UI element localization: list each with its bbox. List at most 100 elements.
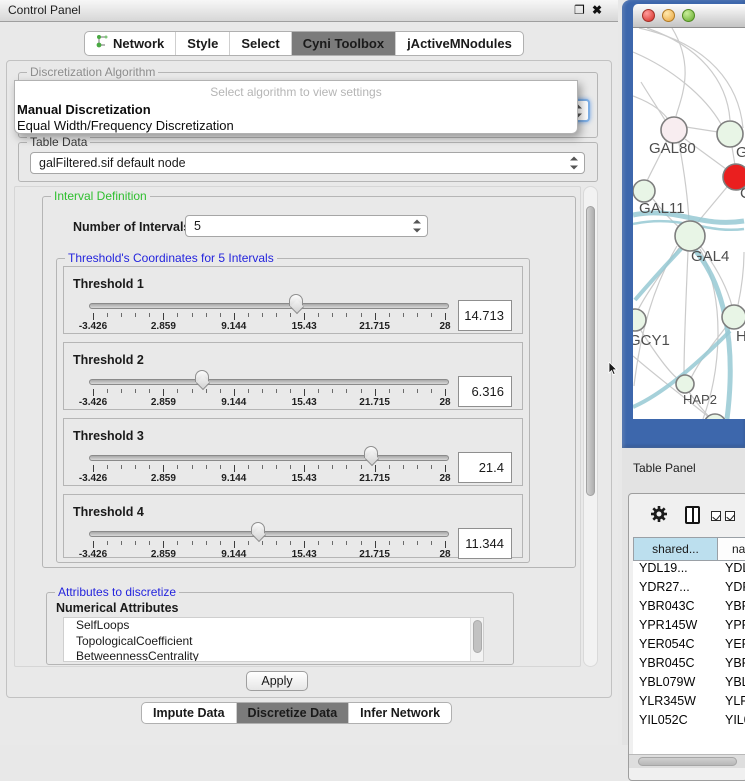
node-label: H	[736, 328, 745, 345]
table-row[interactable]: YDR27...YDR2	[633, 580, 745, 599]
slider-tick-labels: -3.4262.8599.14415.4321.71528	[93, 473, 445, 484]
threshold-label: Threshold 3	[73, 429, 144, 443]
spinner-icon	[570, 157, 578, 170]
slider-tick	[290, 465, 291, 469]
table-cell: YDR27...	[633, 580, 718, 599]
zoom-traffic-light-icon[interactable]	[682, 9, 695, 22]
network-node[interactable]	[676, 375, 694, 393]
table-cell: YER054C	[633, 637, 718, 656]
network-canvas[interactable]: GAL80 G C GAL11 GAL4 GCY1 H HAP2	[633, 28, 745, 419]
tab-style[interactable]: Style	[175, 32, 229, 55]
table-row[interactable]: YIL052CYIL0	[633, 713, 745, 732]
slider-track[interactable]	[89, 531, 449, 537]
tab-infer-network[interactable]: Infer Network	[348, 703, 451, 723]
tab-network[interactable]: Network	[85, 32, 175, 55]
close-icon[interactable]: ✖	[592, 3, 602, 17]
slider-tick-label: 21.715	[359, 549, 390, 560]
slider-tick	[206, 389, 207, 393]
close-traffic-light-icon[interactable]	[642, 9, 655, 22]
slider-tick	[276, 541, 277, 545]
slider-tick	[107, 465, 108, 469]
list-item[interactable]: TopologicalCoefficient	[64, 634, 483, 650]
slider-tick	[304, 541, 305, 548]
list-scrollbar[interactable]	[470, 618, 483, 661]
slider-tick-label: 15.43	[292, 473, 317, 484]
slider-tick	[431, 465, 432, 469]
slider-tick	[107, 313, 108, 317]
minimize-traffic-light-icon[interactable]	[662, 9, 675, 22]
network-node[interactable]	[675, 221, 705, 251]
tab-discretize-data[interactable]: Discretize Data	[236, 703, 349, 723]
table-row[interactable]: YBL079WYBL0	[633, 675, 745, 694]
columns-icon[interactable]	[685, 506, 700, 524]
column-header-name[interactable]: na	[718, 537, 745, 561]
popup-option-manual-discretization[interactable]: Manual Discretization	[15, 101, 577, 118]
checkbox-icon[interactable]	[725, 511, 735, 521]
table-row[interactable]: YDL19...YDL1	[633, 561, 745, 580]
slider-tick-label: 28	[439, 473, 450, 484]
slider-tick	[417, 313, 418, 317]
gear-icon[interactable]	[649, 504, 669, 529]
node-label: G	[736, 144, 745, 161]
threshold-row-1: Threshold 1 -3.4262.8599.14415.4321.7152…	[63, 266, 523, 334]
slider-tick-label: -3.426	[79, 549, 107, 560]
threshold-value-field[interactable]: 21.4	[458, 452, 512, 483]
tab-impute-data[interactable]: Impute Data	[142, 703, 236, 723]
slider-tick	[431, 313, 432, 317]
slider-tick-label: -3.426	[79, 321, 107, 332]
slider-track[interactable]	[89, 379, 449, 385]
scrollbar-thumb[interactable]	[586, 206, 595, 496]
slider-tick	[248, 389, 249, 393]
apply-button[interactable]: Apply	[246, 671, 308, 691]
tab-jactivemnodules[interactable]: jActiveMNodules	[395, 32, 523, 55]
slider-tick-label: 15.43	[292, 321, 317, 332]
threshold-value-field[interactable]: 14.713	[458, 300, 512, 331]
tab-select[interactable]: Select	[229, 32, 290, 55]
slider-handle[interactable]	[364, 446, 378, 458]
table-row[interactable]: YER054CYER0	[633, 637, 745, 656]
numerical-attributes-list[interactable]: SelfLoops TopologicalCoefficient Between…	[63, 617, 484, 662]
node-table[interactable]: shared... na YDL19...YDL1 YDR27...YDR2 Y…	[633, 537, 745, 763]
spinner-icon	[413, 220, 421, 233]
slider-tick	[262, 313, 263, 317]
slider-tick	[220, 465, 221, 469]
tab-cyni-toolbox[interactable]: Cyni Toolbox	[291, 32, 395, 55]
group-title: Attributes to discretize	[55, 586, 179, 599]
scrollbar-thumb[interactable]	[473, 620, 482, 653]
table-cell: YDR2	[718, 580, 745, 599]
table-row[interactable]: YLR345WYLR3	[633, 694, 745, 713]
slider-ticks	[93, 465, 445, 473]
column-header-shared-name[interactable]: shared...	[633, 537, 718, 561]
float-window-icon[interactable]: ❐	[574, 3, 585, 17]
slider-handle[interactable]	[289, 294, 303, 306]
list-item[interactable]: SelfLoops	[64, 618, 483, 634]
slider-tick	[318, 389, 319, 393]
table-cell: YBR043C	[633, 599, 718, 618]
horizontal-scrollbar[interactable]	[629, 754, 745, 768]
threshold-value-field[interactable]: 6.316	[458, 376, 512, 407]
network-node[interactable]	[722, 305, 745, 329]
network-node[interactable]	[633, 180, 655, 202]
slider-tick	[276, 389, 277, 393]
node-label: GAL4	[691, 248, 729, 265]
slider-handle[interactable]	[251, 522, 265, 534]
threshold-value-field[interactable]: 11.344	[458, 528, 512, 559]
table-cell: YBR045C	[633, 656, 718, 675]
slider-track[interactable]	[89, 455, 449, 461]
network-graph[interactable]: GAL80 G C GAL11 GAL4 GCY1 H HAP2	[633, 28, 745, 419]
vertical-scrollbar[interactable]	[583, 186, 598, 667]
slider-tick	[431, 389, 432, 393]
table-row[interactable]: YPR145WYPR1	[633, 618, 745, 637]
table-data-combobox[interactable]: galFiltered.sif default node	[30, 152, 585, 174]
list-item[interactable]: BetweennessCentrality	[64, 649, 483, 662]
network-window-titlebar[interactable]	[633, 4, 745, 28]
slider-track[interactable]	[89, 303, 449, 309]
popup-option-equal-width-frequency[interactable]: Equal Width/Frequency Discretization	[15, 118, 577, 134]
table-row[interactable]: YBR045CYBR0	[633, 656, 745, 675]
slider-handle[interactable]	[195, 370, 209, 382]
table-row[interactable]: YBR043CYBR0	[633, 599, 745, 618]
checkbox-icon[interactable]	[711, 511, 721, 521]
table-cell: YDL1	[718, 561, 745, 580]
number-of-intervals-combobox[interactable]: 5	[185, 215, 428, 237]
scrollbar-thumb[interactable]	[638, 757, 737, 766]
